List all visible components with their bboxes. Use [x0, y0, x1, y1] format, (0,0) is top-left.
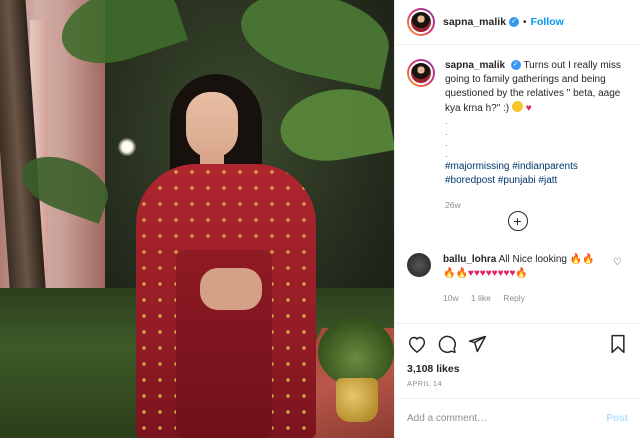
caption-dot: . — [445, 116, 448, 127]
comment-likes[interactable]: 1 like — [471, 293, 491, 303]
flower-pot — [336, 378, 378, 422]
post-button[interactable]: Post — [606, 413, 628, 424]
palm-frond — [274, 80, 394, 170]
red-heart-icon: ♥ — [525, 103, 532, 114]
comment-age: 10w — [443, 293, 459, 303]
woman-face — [186, 92, 238, 158]
comment-icon[interactable] — [435, 332, 459, 356]
potted-plant — [318, 318, 394, 386]
verified-badge-icon: ✓ — [510, 60, 521, 71]
post-date: APRIL 14 — [407, 379, 443, 388]
plus-circle-icon[interactable]: + — [507, 211, 528, 231]
add-comment-bar: Post — [395, 398, 640, 438]
comment-meta: 10w 1 like Reply — [443, 291, 595, 305]
avatar[interactable] — [407, 253, 431, 277]
instagram-post: sapna_malik ✓ • Follow sapna_malik ✓ Tur… — [0, 0, 640, 438]
comment-body: ballu_lohra All Nice looking 🔥🔥 🔥🔥♥♥♥♥♥♥… — [443, 253, 595, 305]
hashtag-link[interactable]: #jatt — [538, 175, 557, 186]
hashtag-link[interactable]: #boredpost — [445, 175, 495, 186]
caption-age: 26w — [445, 200, 461, 210]
caption-dot: . — [445, 138, 448, 149]
caption-body: sapna_malik ✓ Turns out I really miss go… — [445, 59, 628, 212]
hashtag-link[interactable]: #majormissing — [445, 161, 509, 172]
caption-dot: . — [445, 127, 448, 138]
list-item: ballu_lohra All Nice looking 🔥🔥 🔥🔥♥♥♥♥♥♥… — [407, 253, 628, 305]
laughing-emoji-icon — [511, 101, 523, 112]
hashtags: #majormissing #indianparents #boredpost … — [445, 160, 628, 188]
caption: sapna_malik ✓ Turns out I really miss go… — [407, 59, 628, 212]
folded-hands — [200, 268, 262, 310]
comments-section: sapna_malik ✓ Turns out I really miss go… — [395, 45, 640, 323]
reply-button[interactable]: Reply — [503, 293, 525, 303]
post-photo[interactable] — [0, 0, 394, 438]
share-icon[interactable] — [465, 332, 489, 356]
avatar[interactable] — [407, 8, 435, 36]
emoji-row: 🔥🔥♥♥♥♥♥♥♥♥🔥 — [443, 268, 528, 279]
comment-username[interactable]: ballu_lohra — [443, 254, 496, 265]
separator-dot: • — [523, 16, 527, 28]
hashtag-link[interactable]: #indianparents — [512, 161, 578, 172]
action-bar — [395, 323, 640, 363]
caption-avatar[interactable] — [407, 59, 435, 87]
palm-frond — [233, 0, 394, 90]
heart-icon[interactable] — [405, 332, 429, 356]
caption-dot: . — [445, 149, 448, 160]
follow-button[interactable]: Follow — [531, 16, 564, 28]
avatar-image — [409, 10, 433, 34]
comment-input[interactable] — [407, 413, 607, 424]
avatar-image — [409, 61, 433, 85]
post-side-panel: sapna_malik ✓ • Follow sapna_malik ✓ Tur… — [394, 0, 640, 438]
comment-text: All Nice looking — [498, 254, 567, 265]
header-username[interactable]: sapna_malik — [443, 16, 506, 28]
fire-emoji-icon: 🔥🔥 — [569, 254, 595, 265]
likes-count[interactable]: 3,108 likes — [395, 363, 640, 375]
verified-badge-icon: ✓ — [509, 17, 520, 27]
post-header: sapna_malik ✓ • Follow — [395, 0, 640, 45]
bookmark-icon[interactable] — [606, 332, 630, 356]
hashtag-link[interactable]: #punjabi — [498, 175, 536, 186]
garden-light — [118, 138, 136, 156]
caption-username[interactable]: sapna_malik — [445, 60, 505, 71]
comment-like-heart-icon[interactable]: ♡ — [613, 257, 622, 268]
